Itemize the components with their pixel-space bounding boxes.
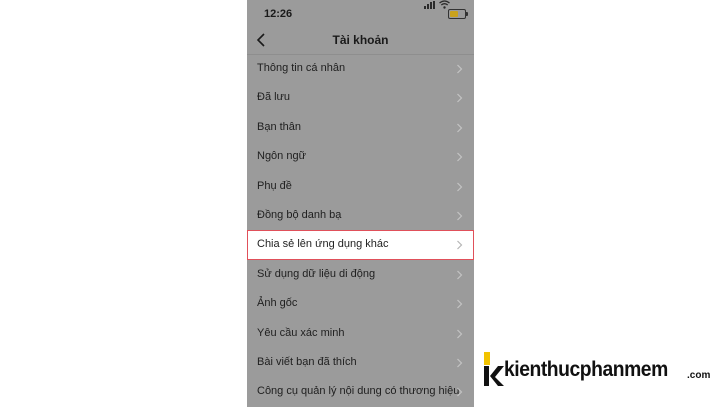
menu-item-label: Đồng bộ danh bạ <box>257 208 342 221</box>
chevron-right-icon <box>457 387 463 397</box>
menu-item-label: Phụ đề <box>257 179 292 192</box>
chevron-right-icon <box>457 182 463 191</box>
menu-item-label: Ngôn ngữ <box>257 150 306 163</box>
status-bar: 12:26 <box>247 0 474 26</box>
signal-icon <box>424 1 436 9</box>
status-time: 12:26 <box>264 8 293 20</box>
page-title: Tài khoản <box>332 33 389 47</box>
menu-item[interactable]: Bạn thân <box>247 113 474 142</box>
chevron-right-icon <box>457 152 463 162</box>
chevron-right-icon <box>457 211 463 221</box>
menu-item[interactable]: Đã lưu <box>247 83 474 112</box>
menu-item-label: Đã lưu <box>257 91 291 104</box>
menu-item-label: Chia sẻ lên ứng dụng khác <box>257 238 389 251</box>
menu-item[interactable]: Ảnh gốc <box>247 289 474 318</box>
logo-mark-icon <box>484 352 504 386</box>
menu-item[interactable]: Sử dụng dữ liệu di động <box>247 260 474 289</box>
menu-item[interactable]: Đồng bộ danh bạ <box>247 201 474 230</box>
battery-icon <box>448 9 468 19</box>
battery-level <box>450 11 459 17</box>
watermark-logo: kienthucphanmem .com <box>484 352 719 386</box>
menu-item-label: Công cụ quản lý nội dung có thương hiệu <box>257 385 460 398</box>
watermark-tld: .com <box>687 370 711 381</box>
menu-item-label: Sử dụng dữ liệu di động <box>257 267 376 280</box>
menu-item[interactable]: Ngôn ngữ <box>247 142 474 171</box>
phone-screen: 12:26 Tài khoản Thông tin cá nhân Đã lưu B… <box>247 0 474 407</box>
menu-item-label: Yêu cầu xác minh <box>257 326 345 339</box>
menu-item-label: Bạn thân <box>257 120 302 133</box>
menu-item[interactable]: Bài viết bạn đã thích <box>247 348 474 377</box>
chevron-right-icon <box>457 329 463 338</box>
wifi-icon <box>439 0 450 9</box>
chevron-right-icon <box>457 123 463 133</box>
settings-menu: Thông tin cá nhân Đã lưu Bạn thân Ngôn ngữ P… <box>247 54 474 407</box>
menu-item-label: Thông tin cá nhân <box>257 62 346 74</box>
menu-item[interactable]: Phụ đề <box>247 172 474 201</box>
watermark-text: kienthucphanmem <box>504 358 668 381</box>
chevron-right-icon <box>457 358 463 368</box>
menu-item[interactable]: Thông tin cá nhân <box>247 54 474 83</box>
nav-bar: Tài khoản <box>247 26 474 55</box>
chevron-right-icon <box>457 93 463 103</box>
chevron-right-icon <box>457 64 463 74</box>
menu-item[interactable]: Yêu cầu xác minh <box>247 319 474 348</box>
chevron-right-icon <box>457 299 463 309</box>
menu-item[interactable]: Công cụ quản lý nội dung có thương hiệu <box>247 377 474 406</box>
chevron-right-icon <box>457 270 463 280</box>
chevron-right-icon <box>457 240 463 250</box>
menu-item[interactable]: Chia sẻ lên ứng dụng khác <box>247 230 474 260</box>
menu-item-label: Ảnh gốc <box>257 297 298 310</box>
menu-item-label: Bài viết bạn đã thích <box>257 355 357 368</box>
